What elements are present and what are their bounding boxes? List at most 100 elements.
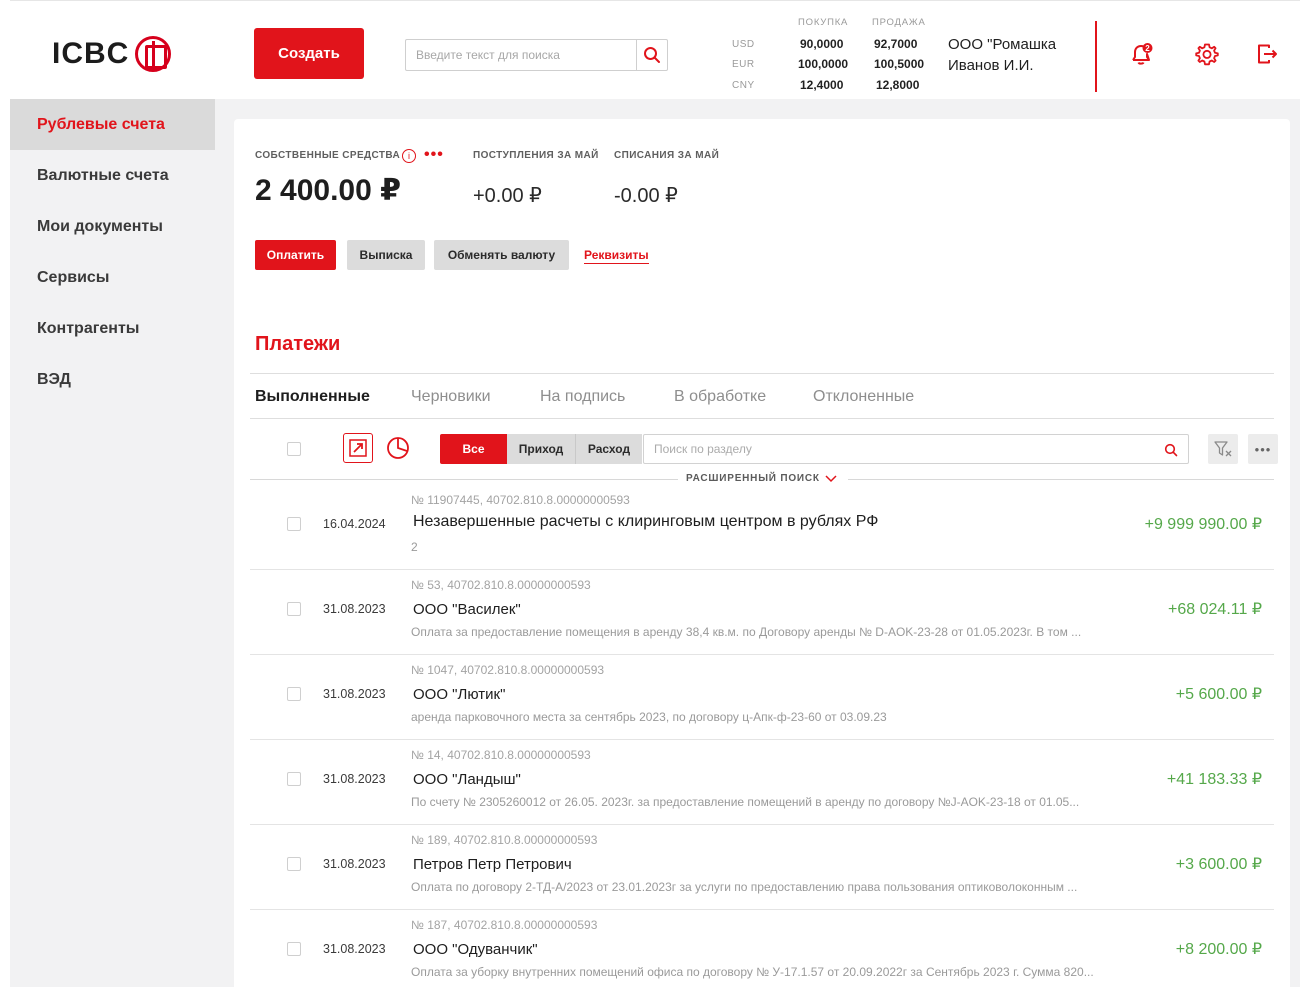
search-icon[interactable] <box>1164 443 1178 457</box>
rates-buy-header: ПОКУПКА <box>798 17 849 28</box>
payment-name: ООО "Лютик" <box>413 686 506 703</box>
payment-meta: № 53, 40702.810.8.00000000593 <box>411 578 591 592</box>
pie-chart-icon <box>387 437 409 459</box>
search-button[interactable] <box>636 40 667 70</box>
more-options-button[interactable]: ••• <box>1248 434 1278 464</box>
rate-currency: USD <box>732 39 755 50</box>
payment-row[interactable]: 31.08.2023 № 1047, 40702.810.8.000000005… <box>250 655 1274 740</box>
payment-row[interactable]: 31.08.2023 № 187, 40702.810.8.0000000059… <box>250 910 1274 987</box>
tab-processing[interactable]: В обработке <box>674 388 766 406</box>
requisites-link[interactable]: Реквизиты <box>584 248 649 264</box>
row-checkbox[interactable] <box>287 942 301 956</box>
row-checkbox[interactable] <box>287 772 301 786</box>
account-card: СОБСТВЕННЫЕ СРЕДСТВА i ••• ПОСТУПЛЕНИЯ З… <box>234 119 1290 987</box>
payment-row[interactable]: 31.08.2023 № 14, 40702.810.8.00000000593… <box>250 740 1274 825</box>
payment-row[interactable]: 31.08.2023 № 189, 40702.810.8.0000000059… <box>250 825 1274 910</box>
divider <box>250 418 1274 419</box>
sidebar-item-ved[interactable]: ВЭД <box>10 354 215 405</box>
payment-meta: № 1047, 40702.810.8.00000000593 <box>411 663 605 677</box>
user-name: Иванов И.И. <box>948 57 1034 74</box>
filter-all-button[interactable]: Все <box>440 434 507 464</box>
tab-rejected[interactable]: Отклоненные <box>813 388 914 406</box>
logo-text: ICBC <box>52 37 130 70</box>
payment-amount: +9 999 990.00 ₽ <box>1144 516 1262 533</box>
info-icon[interactable]: i <box>402 149 416 163</box>
rate-sell: 100,5000 <box>874 57 925 71</box>
section-search <box>643 434 1189 464</box>
tab-completed[interactable]: Выполненные <box>255 388 370 406</box>
analytics-button[interactable] <box>383 433 413 463</box>
logout-icon <box>1258 44 1277 64</box>
notification-count: 2 <box>1145 44 1150 53</box>
divider <box>250 479 678 480</box>
rates-sell-header: ПРОДАЖА <box>872 17 926 28</box>
payment-amount: +5 600.00 ₽ <box>1175 686 1262 703</box>
row-checkbox[interactable] <box>287 687 301 701</box>
payment-date: 31.08.2023 <box>323 942 386 956</box>
logout-button[interactable] <box>1254 41 1280 67</box>
filter-outgo-button[interactable]: Расход <box>575 434 642 464</box>
company-block[interactable]: ООО "Ромашка Иванов И.И. <box>948 34 1056 76</box>
icbc-emblem-icon <box>135 36 172 72</box>
section-search-input[interactable] <box>644 435 1154 463</box>
payment-amount: +68 024.11 ₽ <box>1168 601 1262 618</box>
income-value: +0.00 ₽ <box>473 185 542 207</box>
export-arrow-icon <box>349 439 367 457</box>
pay-button[interactable]: Оплатить <box>255 240 336 270</box>
payment-amount: +41 183.33 ₽ <box>1166 771 1262 788</box>
settings-button[interactable] <box>1194 41 1220 67</box>
rate-buy: 90,0000 <box>800 37 844 51</box>
payment-row[interactable]: 16.04.2024 № 11907445, 40702.810.8.00000… <box>250 485 1274 570</box>
payments-title: Платежи <box>255 333 341 355</box>
select-all-checkbox[interactable] <box>287 442 301 456</box>
global-search <box>405 39 668 71</box>
row-checkbox[interactable] <box>287 517 301 531</box>
row-checkbox[interactable] <box>287 857 301 871</box>
advanced-search-label: РАСШИРЕННЫЙ ПОИСК <box>686 473 820 484</box>
row-checkbox[interactable] <box>287 602 301 616</box>
sidebar-item-currency-accounts[interactable]: Валютные счета <box>10 150 215 201</box>
payment-description: По счету № 2305260012 от 26.05. 2023г. з… <box>411 795 1080 809</box>
payment-description: Оплата за предоставление помещения в аре… <box>411 625 1082 639</box>
payment-row[interactable]: 31.08.2023 № 53, 40702.810.8.00000000593… <box>250 570 1274 655</box>
icbc-logo[interactable]: ICBC <box>52 34 172 74</box>
payment-description: аренда парковочного места за сентябрь 20… <box>411 710 887 724</box>
export-button[interactable] <box>343 433 373 463</box>
sidebar-item-counterparties[interactable]: Контрагенты <box>10 303 215 354</box>
payment-description: 2 <box>411 540 418 554</box>
payment-description: Оплата по договору 2-ТД-А/2023 от 23.01.… <box>411 880 1078 894</box>
direction-filter: Все Приход Расход <box>440 434 642 464</box>
advanced-search-toggle[interactable]: РАСШИРЕННЫЙ ПОИСК <box>686 473 837 484</box>
payment-amount: +3 600.00 ₽ <box>1175 856 1262 873</box>
header-divider <box>1095 21 1097 92</box>
own-funds-value: 2 400.00 ₽ <box>255 174 401 207</box>
outgo-label: СПИСАНИЯ ЗА МАЙ <box>614 150 720 161</box>
notifications-button[interactable]: 2 <box>1128 41 1154 67</box>
payment-description: Оплата за уборку внутренних помещений оф… <box>411 965 1094 979</box>
more-icon[interactable]: ••• <box>424 146 444 164</box>
gear-icon <box>1195 43 1219 66</box>
tab-drafts[interactable]: Черновики <box>411 388 491 406</box>
company-name: ООО "Ромашка <box>948 36 1057 53</box>
clear-filter-button[interactable] <box>1208 434 1238 464</box>
rate-currency: EUR <box>732 59 755 70</box>
filter-income-button[interactable]: Приход <box>507 434 575 464</box>
rate-buy: 12,4000 <box>800 78 844 92</box>
payment-date: 31.08.2023 <box>323 772 386 786</box>
exchange-button[interactable]: Обменять валюту <box>434 240 569 270</box>
payment-name: Петров Петр Петрович <box>413 856 572 873</box>
income-label: ПОСТУПЛЕНИЯ ЗА МАЙ <box>473 150 599 161</box>
search-input[interactable] <box>406 40 637 70</box>
payment-meta: № 14, 40702.810.8.00000000593 <box>411 748 591 762</box>
payment-date: 31.08.2023 <box>323 857 386 871</box>
sidebar-item-my-documents[interactable]: Мои документы <box>10 201 215 252</box>
rate-currency: CNY <box>732 80 755 91</box>
create-button[interactable]: Создать <box>254 28 364 79</box>
payment-date: 31.08.2023 <box>323 687 386 701</box>
sidebar-item-rub-accounts[interactable]: Рублевые счета <box>10 99 215 150</box>
tab-to-sign[interactable]: На подпись <box>540 388 625 406</box>
sidebar-item-services[interactable]: Сервисы <box>10 252 215 303</box>
statement-button[interactable]: Выписка <box>347 240 425 270</box>
payment-name: ООО "Василек" <box>413 601 521 618</box>
payment-name: ООО "Ландыш" <box>413 771 521 788</box>
